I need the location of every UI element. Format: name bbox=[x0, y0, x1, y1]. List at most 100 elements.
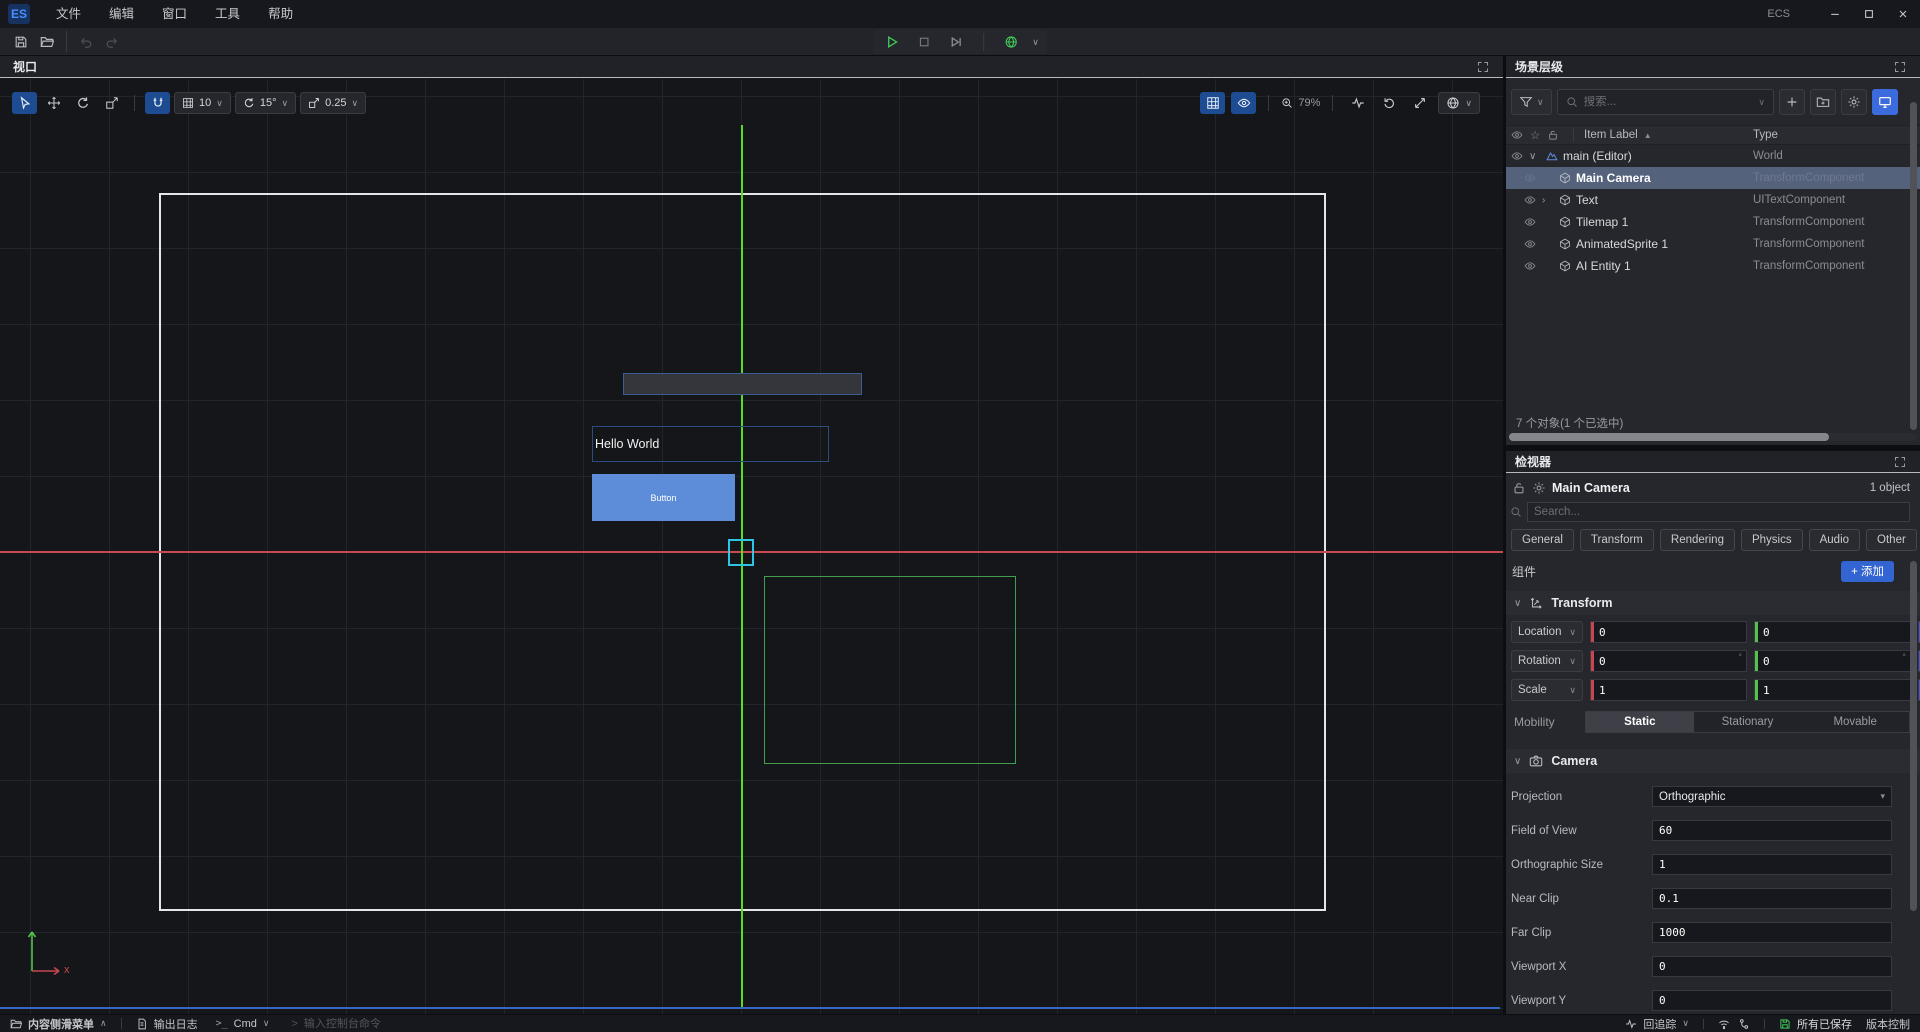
filter-dropdown[interactable]: ∨ bbox=[1511, 89, 1552, 115]
selection-highlight-square[interactable] bbox=[728, 539, 754, 566]
tab-physics[interactable]: Physics bbox=[1741, 529, 1803, 551]
content-drawer-button[interactable]: 内容侧滑菜单 ∧ bbox=[10, 1016, 107, 1032]
rotate-tool-button[interactable] bbox=[70, 92, 95, 114]
visibility-eye-button[interactable] bbox=[1231, 92, 1256, 114]
tree-row-world[interactable]: ∨ main (Editor) World bbox=[1506, 145, 1920, 167]
add-component-button[interactable]: + 添加 bbox=[1841, 561, 1894, 582]
app-logo[interactable]: ES bbox=[8, 4, 30, 24]
hierarchy-search[interactable]: ∨ bbox=[1557, 89, 1774, 115]
column-item-label[interactable]: Item Label bbox=[1584, 129, 1638, 141]
scale-y-field[interactable] bbox=[1754, 679, 1911, 701]
select-tool-button[interactable] bbox=[12, 92, 37, 114]
scene-button-object[interactable]: Button bbox=[592, 474, 735, 521]
menu-help[interactable]: 帮助 bbox=[254, 0, 307, 28]
console-command-input[interactable] bbox=[304, 1018, 454, 1030]
source-control-icon[interactable] bbox=[1738, 1018, 1750, 1030]
fullscreen-button[interactable] bbox=[1407, 92, 1432, 114]
viewport-maximize-icon[interactable] bbox=[1477, 61, 1489, 73]
tree-row-main-camera[interactable]: Main Camera TransformComponent bbox=[1506, 167, 1920, 189]
undo-button[interactable] bbox=[73, 30, 99, 54]
collapse-chevron-icon[interactable]: ∨ bbox=[1514, 598, 1521, 609]
menu-window[interactable]: 窗口 bbox=[148, 0, 201, 28]
zoom-control[interactable]: 79% bbox=[1281, 97, 1320, 109]
viewport-canvas[interactable]: Hello World Button x bbox=[0, 79, 1503, 1014]
location-x-field[interactable] bbox=[1590, 621, 1747, 643]
launch-globe-button[interactable] bbox=[1000, 31, 1022, 53]
viewport-world-dropdown[interactable]: ∨ bbox=[1438, 92, 1480, 114]
rotation-x-field[interactable]: ° bbox=[1590, 650, 1747, 672]
scale-x-field[interactable] bbox=[1590, 679, 1747, 701]
hierarchy-settings-button[interactable] bbox=[1841, 89, 1867, 115]
scene-region-rect[interactable] bbox=[764, 576, 1016, 764]
open-folder-icon[interactable] bbox=[34, 30, 60, 54]
orthographic-size-field[interactable] bbox=[1652, 854, 1892, 875]
camera-section-header[interactable]: ∨ Camera bbox=[1506, 749, 1920, 773]
move-tool-button[interactable] bbox=[41, 92, 66, 114]
reset-view-button[interactable] bbox=[1376, 92, 1401, 114]
scene-text-object[interactable]: Hello World bbox=[592, 426, 829, 462]
step-button[interactable] bbox=[945, 31, 967, 53]
location-mode-dropdown[interactable]: Location∨ bbox=[1511, 621, 1583, 643]
tab-other[interactable]: Other bbox=[1866, 529, 1917, 551]
hierarchy-columns-header[interactable]: ☆ Item Label ▲ Type bbox=[1506, 125, 1920, 145]
snap-toggle-button[interactable] bbox=[145, 92, 170, 114]
tab-general[interactable]: General bbox=[1511, 529, 1574, 551]
near-clip-field[interactable] bbox=[1652, 888, 1892, 909]
collapse-chevron-icon[interactable]: ∨ bbox=[1514, 756, 1521, 767]
rotation-mode-dropdown[interactable]: Rotation∨ bbox=[1511, 650, 1583, 672]
hierarchy-search-input[interactable] bbox=[1584, 96, 1753, 108]
trace-dropdown[interactable]: 回追踪 ∨ bbox=[1625, 1016, 1689, 1032]
hierarchy-vscrollbar[interactable] bbox=[1910, 102, 1917, 430]
launch-options-chevron[interactable]: ∨ bbox=[1032, 37, 1039, 48]
scale-mode-dropdown[interactable]: Scale∨ bbox=[1511, 679, 1583, 701]
grid-snap-dropdown[interactable]: 10 ∨ bbox=[174, 92, 231, 114]
tree-row-tilemap[interactable]: Tilemap 1 TransformComponent bbox=[1506, 211, 1920, 233]
inspector-search-input[interactable] bbox=[1534, 506, 1903, 518]
menu-tools[interactable]: 工具 bbox=[201, 0, 254, 28]
rotation-y-field[interactable]: ° bbox=[1754, 650, 1911, 672]
minimize-button[interactable] bbox=[1818, 0, 1852, 28]
stop-button[interactable] bbox=[913, 31, 935, 53]
expand-chevron-icon[interactable]: ∨ bbox=[1529, 151, 1546, 162]
tree-row-ai-entity[interactable]: AI Entity 1 TransformComponent bbox=[1506, 255, 1920, 277]
redo-button[interactable] bbox=[99, 30, 125, 54]
tab-rendering[interactable]: Rendering bbox=[1660, 529, 1735, 551]
projection-dropdown[interactable]: Orthographic ▾ bbox=[1652, 786, 1892, 807]
grid-visibility-button[interactable] bbox=[1200, 92, 1225, 114]
mobility-movable[interactable]: Movable bbox=[1801, 712, 1909, 732]
close-button[interactable] bbox=[1886, 0, 1920, 28]
new-folder-button[interactable] bbox=[1810, 89, 1836, 115]
transform-section-header[interactable]: ∨ Transform bbox=[1506, 591, 1920, 615]
rotation-snap-dropdown[interactable]: 15° ∨ bbox=[235, 92, 296, 114]
cmd-dropdown[interactable]: >_ Cmd ∨ bbox=[216, 1018, 270, 1030]
field-of-view-field[interactable] bbox=[1652, 820, 1892, 841]
viewport-x-field[interactable] bbox=[1652, 956, 1892, 977]
network-status-icon[interactable] bbox=[1718, 1018, 1730, 1030]
location-y-field[interactable] bbox=[1754, 621, 1911, 643]
add-entity-button[interactable] bbox=[1779, 89, 1805, 115]
expand-chevron-icon[interactable]: › bbox=[1542, 195, 1559, 206]
hierarchy-hscrollbar[interactable] bbox=[1509, 433, 1917, 441]
scale-tool-button[interactable] bbox=[99, 92, 124, 114]
play-button[interactable] bbox=[881, 31, 903, 53]
column-type[interactable]: Type bbox=[1753, 129, 1778, 141]
console-command[interactable]: > bbox=[291, 1018, 453, 1030]
tree-row-animatedsprite[interactable]: AnimatedSprite 1 TransformComponent bbox=[1506, 233, 1920, 255]
output-log-button[interactable]: 输出日志 bbox=[136, 1016, 198, 1032]
far-clip-field[interactable] bbox=[1652, 922, 1892, 943]
viewport-y-field[interactable] bbox=[1652, 990, 1892, 1011]
inspector-maximize-icon[interactable] bbox=[1894, 456, 1906, 468]
maximize-button[interactable] bbox=[1852, 0, 1886, 28]
save-icon[interactable] bbox=[8, 30, 34, 54]
tree-row-text[interactable]: › Text UITextComponent bbox=[1506, 189, 1920, 211]
scale-snap-dropdown[interactable]: 0.25 ∨ bbox=[300, 92, 366, 114]
tab-transform[interactable]: Transform bbox=[1580, 529, 1654, 551]
viewport-link-button[interactable] bbox=[1872, 89, 1898, 115]
tab-audio[interactable]: Audio bbox=[1809, 529, 1860, 551]
mobility-static[interactable]: Static bbox=[1586, 712, 1694, 732]
stats-pulse-button[interactable] bbox=[1345, 92, 1370, 114]
inspector-vscrollbar[interactable] bbox=[1910, 561, 1917, 911]
menu-file[interactable]: 文件 bbox=[42, 0, 95, 28]
mobility-stationary[interactable]: Stationary bbox=[1694, 712, 1802, 732]
hierarchy-maximize-icon[interactable] bbox=[1894, 61, 1906, 73]
